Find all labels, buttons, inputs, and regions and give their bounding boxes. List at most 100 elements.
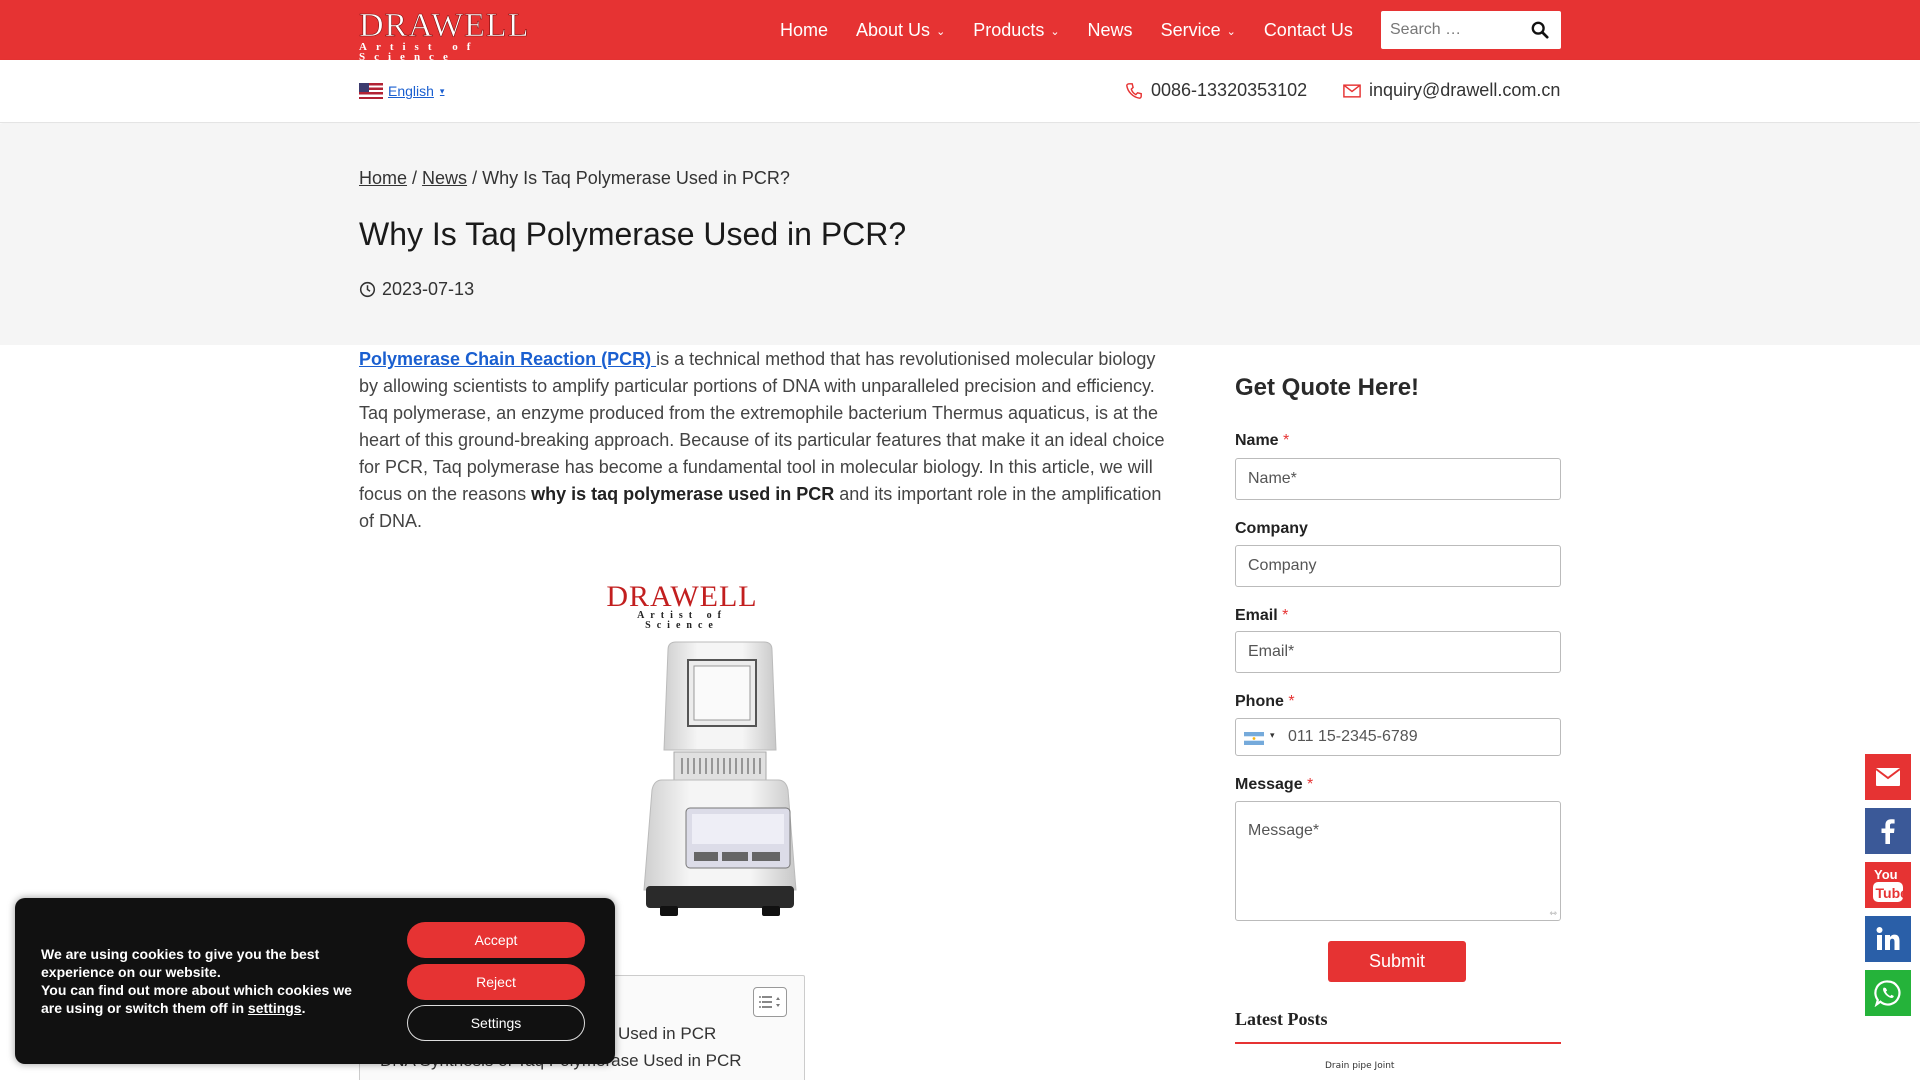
nav-about-us[interactable]: About Us ⌄ bbox=[856, 20, 945, 41]
chevron-down-icon: ⌄ bbox=[1226, 25, 1236, 38]
cookie-period: . bbox=[301, 1000, 306, 1016]
company-placeholder: Company bbox=[1248, 557, 1317, 574]
cookie-settings-button[interactable]: Settings bbox=[407, 1005, 585, 1041]
linkedin-button[interactable] bbox=[1865, 916, 1911, 962]
envelope-icon bbox=[1343, 83, 1361, 98]
accept-cookies-button[interactable]: Accept bbox=[407, 922, 585, 958]
section-divider bbox=[1235, 1042, 1561, 1044]
message-placeholder: Message* bbox=[1248, 822, 1320, 839]
language-switcher[interactable]: English ▾ bbox=[359, 83, 444, 99]
facebook-icon bbox=[1881, 819, 1895, 844]
name-field[interactable]: Name* bbox=[1235, 458, 1561, 500]
chevron-down-icon: ⌄ bbox=[1050, 25, 1060, 38]
toc-item-1[interactable]: Used in PCR bbox=[618, 1024, 716, 1044]
phone-contact[interactable]: 0086-13320353102 bbox=[1125, 80, 1307, 101]
page-title: Why Is Taq Polymerase Used in PCR? bbox=[359, 216, 907, 252]
youtube-icon: You Tube bbox=[1873, 867, 1906, 902]
intro-bold: why is taq polymerase used in PCR bbox=[531, 484, 835, 504]
post-date-text: 2023-07-13 bbox=[382, 279, 475, 299]
email-share-button[interactable] bbox=[1865, 754, 1911, 800]
breadcrumb-news[interactable]: News bbox=[422, 168, 467, 188]
search-input[interactable]: Search … bbox=[1390, 21, 1461, 39]
cookie-consent-banner: We are using cookies to give you the bes… bbox=[15, 898, 615, 1064]
phone-field[interactable]: ▾ 011 15-2345-6789 bbox=[1235, 718, 1561, 756]
language-label: English bbox=[388, 83, 434, 99]
latest-posts-heading: Latest Posts bbox=[1235, 1009, 1328, 1029]
intro-text-1: is a technical method that has revolutio… bbox=[359, 349, 1165, 504]
nav-products-label: Products bbox=[973, 19, 1045, 40]
phone-placeholder: 011 15-2345-6789 bbox=[1288, 728, 1418, 745]
whatsapp-icon bbox=[1874, 980, 1901, 1007]
linkedin-icon bbox=[1876, 927, 1900, 950]
latest-post-thumbnail-caption[interactable]: Drain pipe Joint bbox=[1325, 1061, 1394, 1071]
message-label-text: Message bbox=[1235, 776, 1303, 793]
email-label-text: Email bbox=[1235, 607, 1278, 624]
nav-service[interactable]: Service ⌄ bbox=[1161, 20, 1236, 41]
post-date: 2023-07-13 bbox=[359, 279, 474, 300]
name-placeholder: Name* bbox=[1248, 470, 1297, 487]
cookie-settings-link[interactable]: settings bbox=[248, 1000, 302, 1016]
argentina-flag-icon[interactable] bbox=[1244, 732, 1264, 745]
nav-service-label: Service bbox=[1160, 19, 1221, 40]
youtube-button[interactable]: You Tube bbox=[1865, 862, 1911, 908]
whatsapp-button[interactable] bbox=[1865, 970, 1911, 1016]
logo-tagline: Artist of Science bbox=[359, 41, 480, 63]
email-field[interactable]: Email* bbox=[1235, 631, 1561, 673]
clock-icon bbox=[359, 281, 376, 298]
email-icon bbox=[1875, 768, 1901, 786]
country-dropdown-icon[interactable]: ▾ bbox=[1270, 730, 1275, 741]
phone-label: Phone * bbox=[1235, 693, 1295, 711]
breadcrumb-current: Why Is Taq Polymerase Used in PCR? bbox=[482, 168, 790, 188]
chevron-down-icon: ⌄ bbox=[936, 25, 946, 38]
pcr-link[interactable]: Polymerase Chain Reaction (PCR) bbox=[359, 349, 656, 369]
breadcrumb-sep: / bbox=[412, 168, 423, 188]
dropdown-triangle-icon: ▾ bbox=[439, 85, 445, 96]
top-navbar: DRAWELL Artist of Science Home About Us ⌄… bbox=[0, 0, 1920, 63]
message-textarea[interactable]: Message* ⇿ bbox=[1235, 801, 1561, 921]
main-nav: Home About Us ⌄ Products ⌄ News Service ⌄ C… bbox=[780, 0, 1381, 60]
search-box[interactable]: Search … bbox=[1381, 11, 1561, 49]
nav-home[interactable]: Home bbox=[780, 20, 828, 41]
nav-news[interactable]: News bbox=[1088, 20, 1133, 41]
reject-cookies-button[interactable]: Reject bbox=[407, 964, 585, 1000]
cookie-line-2: You can find out more about which cookie… bbox=[41, 981, 371, 1017]
search-icon[interactable] bbox=[1531, 21, 1549, 39]
message-label: Message * bbox=[1235, 776, 1313, 794]
nav-about-label: About Us bbox=[856, 19, 931, 40]
nav-contact-label: Contact Us bbox=[1263, 19, 1353, 40]
logo-name: DRAWELL bbox=[359, 7, 530, 44]
phone-icon bbox=[1126, 82, 1142, 99]
quote-heading: Get Quote Here! bbox=[1235, 374, 1420, 401]
breadcrumb-home[interactable]: Home bbox=[359, 168, 407, 188]
info-bar: English ▾ 0086-13320353102 inquiry@drawe… bbox=[0, 60, 1920, 123]
site-logo[interactable]: DRAWELL Artist of Science bbox=[359, 7, 553, 62]
email-contact[interactable]: inquiry@drawell.com.cn bbox=[1343, 80, 1560, 101]
svg-text:Tube: Tube bbox=[1876, 885, 1906, 901]
required-mark: * bbox=[1307, 776, 1314, 793]
breadcrumb-sep: / bbox=[472, 168, 483, 188]
quote-sidebar: Get Quote Here! Name * Name* Company Com… bbox=[1235, 346, 1561, 1071]
list-toggle-icon bbox=[759, 996, 780, 1008]
article-intro: Polymerase Chain Reaction (PCR) is a tec… bbox=[359, 346, 1169, 535]
nav-home-label: Home bbox=[780, 19, 829, 40]
resize-handle-icon[interactable]: ⇿ bbox=[1549, 908, 1557, 919]
us-flag-icon bbox=[359, 83, 383, 99]
phone-number: 0086-13320353102 bbox=[1151, 80, 1308, 100]
name-label: Name * bbox=[1235, 432, 1289, 450]
facebook-button[interactable] bbox=[1865, 808, 1911, 854]
company-field[interactable]: Company bbox=[1235, 545, 1561, 587]
breadcrumb: Home / News / Why Is Taq Polymerase Used… bbox=[359, 168, 790, 189]
email-label: Email * bbox=[1235, 607, 1288, 625]
name-label-text: Name bbox=[1235, 432, 1279, 449]
submit-button[interactable]: Submit bbox=[1328, 941, 1466, 982]
nav-contact-us[interactable]: Contact Us bbox=[1264, 20, 1353, 41]
required-mark: * bbox=[1283, 432, 1290, 449]
required-mark: * bbox=[1282, 607, 1289, 624]
svg-text:You: You bbox=[1874, 867, 1898, 882]
company-label: Company bbox=[1235, 520, 1308, 537]
toc-toggle-button[interactable] bbox=[753, 987, 787, 1017]
phone-label-text: Phone bbox=[1235, 693, 1284, 710]
email-address: inquiry@drawell.com.cn bbox=[1369, 80, 1561, 100]
nav-products[interactable]: Products ⌄ bbox=[973, 20, 1059, 41]
pcr-thermal-cycler-image bbox=[643, 641, 797, 916]
